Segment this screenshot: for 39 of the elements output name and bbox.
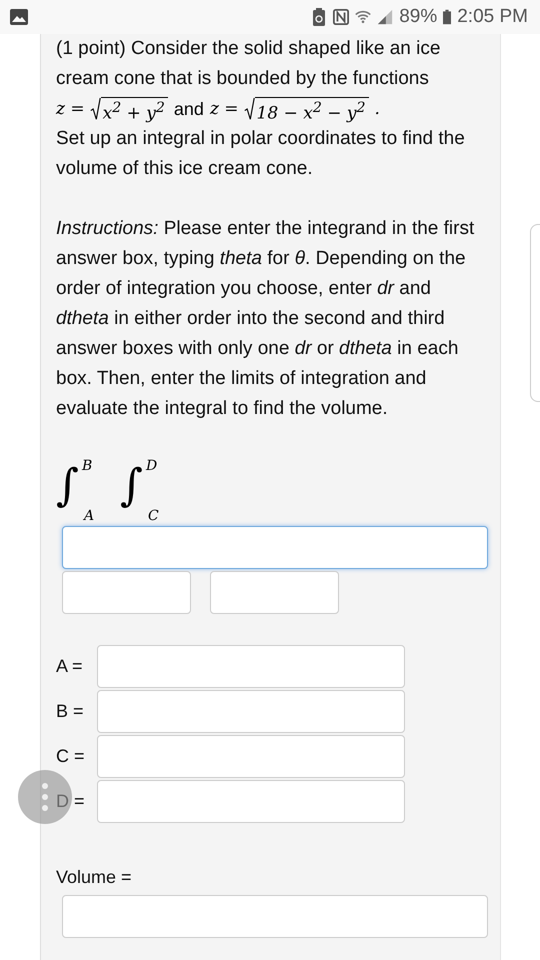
formula-joiner: .: [374, 99, 380, 119]
differential-field[interactable]: [62, 571, 191, 614]
more-options-button[interactable]: [18, 770, 72, 824]
formula-joiner: and: [174, 98, 204, 120]
integral-sign: ∫: [120, 462, 143, 510]
volume-label: Volume =: [56, 866, 133, 889]
differential-field[interactable]: [210, 571, 339, 614]
battery-percent: 89%: [399, 6, 438, 28]
limit-field[interactable]: [97, 735, 405, 778]
integrand-field[interactable]: [62, 526, 488, 569]
limit-field[interactable]: [97, 645, 405, 688]
wifi-icon: [355, 8, 372, 26]
lower-limit: C: [148, 508, 159, 524]
volume-field[interactable]: [62, 895, 488, 938]
upper-limit: B: [82, 458, 92, 474]
limit-label: A =: [56, 656, 84, 677]
battery-icon: [443, 8, 452, 26]
clock: 2:05 PM: [457, 6, 528, 28]
limit-label: B =: [56, 701, 85, 722]
equation-lhs: z =: [210, 99, 239, 119]
signal-icon: [377, 8, 394, 26]
integral-sign: ∫: [56, 462, 79, 510]
instructions-text: Instructions: Please enter the integrand in the first answer box, typing theta for θ. Depending on the order of integration you choose, enter dr and dtheta in either order into the second and third answer boxes with only one dr or dtheta in each box. Then, enter the limits of integration and evaluate the integral to find the volume.: [56, 217, 476, 421]
problem-text: Set up an integral in polar coordinates to find the volume of this ice cream cone.: [56, 127, 466, 181]
limit-label: D =: [56, 791, 86, 812]
equation-lhs: z =: [56, 99, 85, 119]
problem-text: (1 point) Consider the solid shaped like an ice cream cone that is bounded by the functions: [56, 37, 442, 91]
upper-limit: D: [146, 458, 158, 474]
radicand: 18 − x$^{2}$ − y$^{2}$: [254, 96, 369, 124]
limit-field[interactable]: [97, 690, 405, 733]
radical-sign-icon: [244, 96, 255, 122]
nfc-icon: [333, 8, 350, 26]
limit-label: C =: [56, 746, 86, 767]
lower-limit: A: [84, 508, 94, 524]
limit-field[interactable]: [97, 780, 405, 823]
battery-saver-icon: [311, 8, 328, 26]
radical-sign-icon: [90, 96, 101, 122]
radicand: x$^{2}$ + y$^{2}$: [100, 96, 168, 124]
image-icon: [9, 7, 29, 27]
